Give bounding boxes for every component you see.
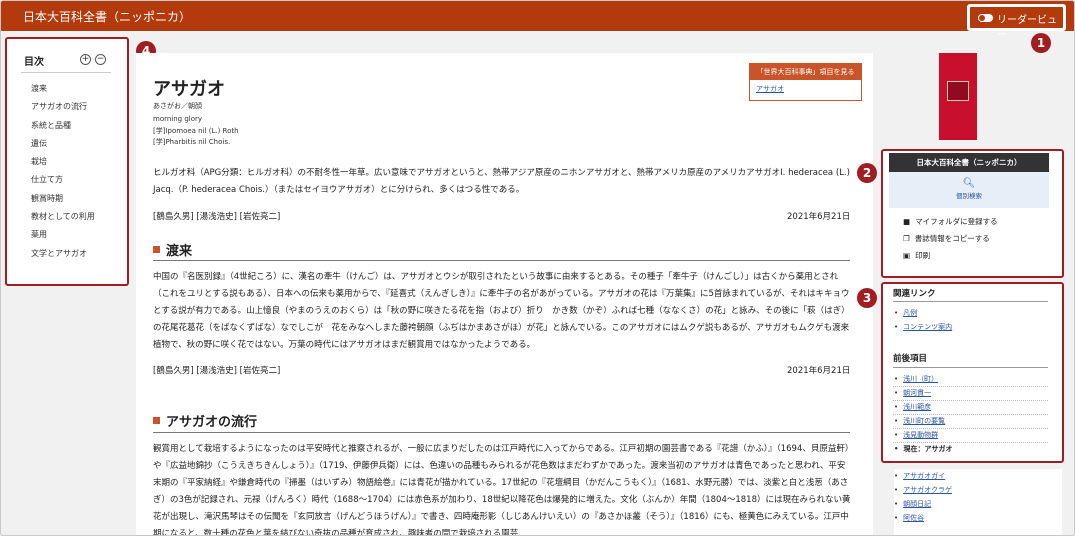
section-heading: アサガオの流行: [153, 411, 257, 430]
book-cover-emblem: [947, 81, 969, 101]
section-marker-icon: [153, 417, 160, 424]
app-window: 日本大百科全書（ニッポニカ） リーダービュー 1 目次 + − 渡来 アサガオの…: [0, 0, 1075, 536]
section-marker-icon: [153, 246, 160, 253]
article-title: アサガオ: [153, 79, 225, 100]
author-credits: [鶴島久男] [湯浅浩史] [岩佐亮二]: [153, 212, 281, 222]
author-credits: [鶴島久男] [湯浅浩史] [岩佐亮二]: [153, 366, 281, 376]
callout-marker-1: 1: [1031, 33, 1051, 53]
section-divider: [153, 432, 850, 433]
article: アサガオ あさがお／朝顔 morning glory [学]Ipomoea ni…: [136, 53, 873, 536]
section-title: 渡来: [166, 244, 193, 259]
english-name: morning glory: [153, 115, 203, 123]
publish-date: 2021年6月21日: [787, 366, 851, 376]
scientific-name-2: [学]Pharbitis nil Chois.: [153, 138, 231, 146]
publish-date: 2021年6月21日: [787, 212, 851, 222]
related-encyclopedia-box: 「世界大百科事典」項目を見る アサガオ: [749, 63, 862, 101]
nav-item[interactable]: アサガオガイ: [894, 471, 945, 481]
section-paragraph: 観賞用として栽培するようになったのは平安時代と推察されるが、一般に広まりだしたの…: [153, 444, 851, 536]
callout-box-3: [881, 282, 1064, 463]
callout-box-2: [881, 149, 1064, 278]
nav-item[interactable]: アサガオクラゲ: [894, 485, 952, 495]
callout-box-4: [5, 37, 129, 286]
callout-box-1: [967, 4, 1066, 31]
callout-marker-3: 3: [857, 288, 877, 308]
nav-item[interactable]: 阿佐谷: [894, 513, 924, 523]
top-bar: 日本大百科全書（ニッポニカ） リーダービュー: [1, 1, 1074, 41]
related-encyclopedia-header: 「世界大百科事典」項目を見る: [750, 64, 861, 80]
scientific-name-1: [学]Ipomoea nil (L.) Roth: [153, 127, 239, 135]
nav-item[interactable]: 朝顔日記: [894, 499, 931, 509]
section-paragraph: 中国の『名医別録』（4世紀ころ）に、漢名の牽牛（けんご）は、アサガオとウシが取引…: [153, 272, 850, 350]
app-title: 日本大百科全書（ニッポニカ）: [23, 10, 192, 24]
related-encyclopedia-link[interactable]: アサガオ: [750, 80, 861, 98]
nav-after-list: アサガオガイ アサガオクラゲ 朝顔日記 阿佐谷: [894, 469, 1062, 535]
section-divider: [153, 260, 850, 261]
section-title: アサガオの流行: [166, 415, 258, 430]
callout-marker-2: 2: [857, 163, 877, 183]
book-cover-image: [939, 53, 977, 140]
reading: あさがお／朝顔: [153, 102, 202, 110]
intro-paragraph: ヒルガオ科（APG分類：ヒルガオ科）の不耐冬性一年草。広い意味でアサガオというと…: [153, 168, 850, 195]
section-heading: 渡来: [153, 240, 192, 259]
